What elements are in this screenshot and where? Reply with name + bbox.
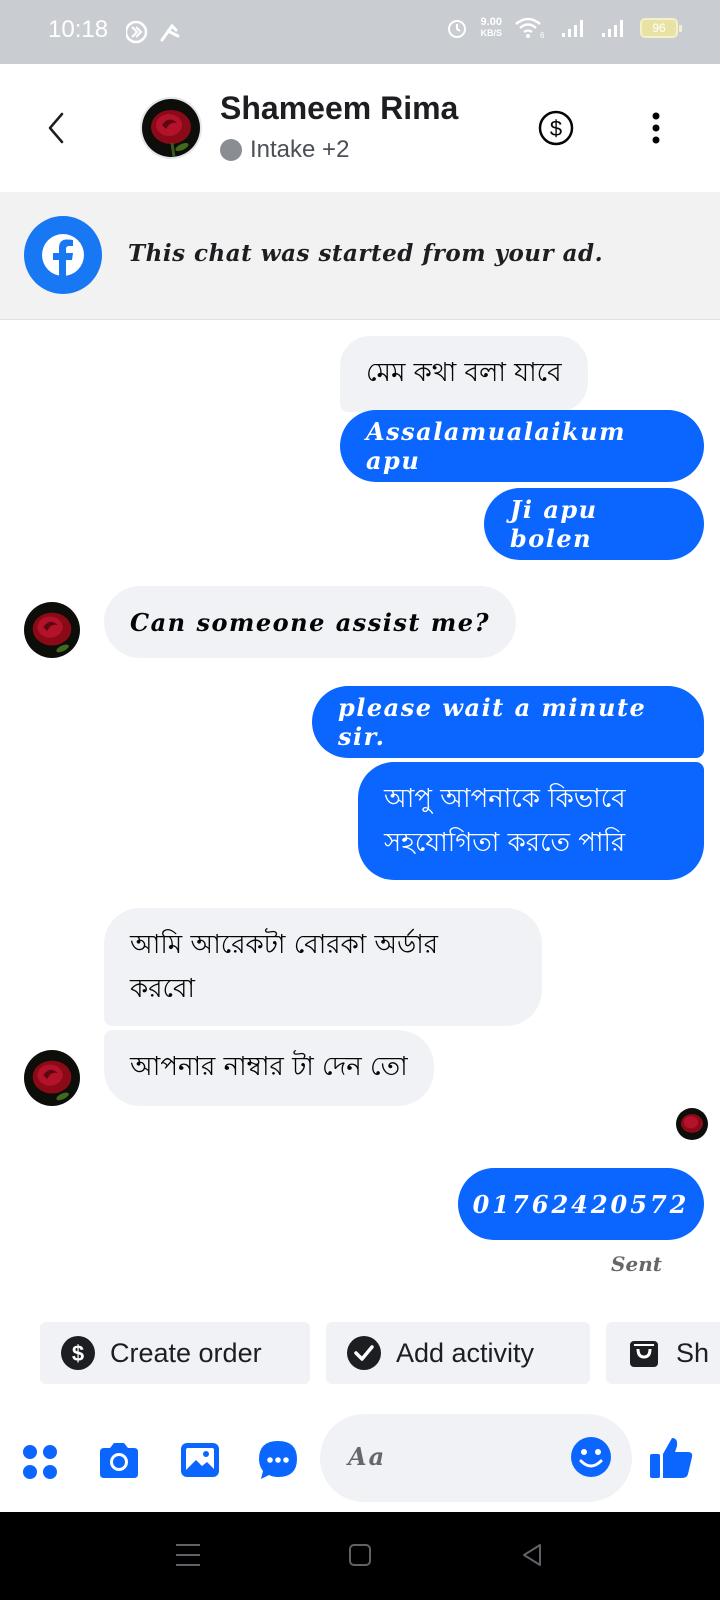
recent-apps-icon[interactable] (176, 1542, 200, 1568)
back-nav-icon[interactable] (520, 1542, 544, 1568)
contact-avatar-small[interactable] (24, 1050, 80, 1106)
notification-icons (124, 20, 180, 44)
contact-avatar[interactable] (140, 97, 202, 159)
message-outgoing[interactable]: Assalamualaikum apu (340, 410, 704, 482)
svg-text:6: 6 (540, 31, 545, 40)
message-outgoing[interactable]: আপু আপনাকে কিভাবে সহযোগিতা করতে পারি (358, 762, 704, 880)
rose-avatar-image (24, 1050, 80, 1106)
android-nav-bar (0, 1512, 720, 1600)
shopping-bag-icon (630, 1341, 658, 1367)
more-options-icon[interactable] (648, 110, 664, 146)
facebook-logo-icon (24, 216, 102, 294)
net-speed: 9.00 KB/S (480, 17, 502, 39)
ad-banner-text: This chat was started from your ad. (128, 240, 604, 267)
dollar-circle-icon[interactable]: $ (536, 108, 576, 148)
stage-dot-icon (220, 139, 242, 161)
battery-indicator: 96 (640, 18, 682, 38)
svg-text:$: $ (72, 1341, 84, 1366)
message-outgoing[interactable]: please wait a minute sir. (312, 686, 704, 758)
scrolled-message-fragment (380, 305, 500, 317)
status-left-icons (124, 18, 186, 50)
home-icon[interactable] (348, 1542, 372, 1568)
rose-avatar-image (142, 99, 200, 157)
apps-grid-icon[interactable] (20, 1442, 60, 1482)
message-line: আমি আরেকটা বোরকা অর্ডার (130, 930, 439, 960)
camera-icon[interactable] (96, 1438, 142, 1484)
shop-label: Sh (676, 1337, 710, 1368)
status-time: 10:18 (48, 16, 109, 43)
rose-avatar-image (676, 1108, 708, 1140)
create-order-label: Create order (110, 1337, 262, 1368)
net-speed-value: 9.00 (480, 16, 502, 28)
svg-text:$: $ (550, 116, 562, 141)
status-bar: 10:18 9.00 KB/S 6 96 (0, 0, 720, 64)
message-incoming[interactable]: Can someone assist me? (104, 586, 517, 658)
stage-label: Intake +2 (250, 136, 350, 163)
gallery-icon[interactable] (178, 1438, 222, 1482)
facebook-f-glyph (42, 234, 84, 276)
message-composer: Aa (0, 1406, 720, 1512)
message-outgoing[interactable]: Ji apu bolen (484, 488, 704, 560)
shop-button[interactable]: Sh (606, 1322, 720, 1384)
message-outgoing-phone[interactable]: 01762420572 (458, 1168, 704, 1240)
read-receipt-avatar (676, 1108, 708, 1140)
message-incoming[interactable]: মেম কথা বলা যাবে (340, 336, 588, 412)
thumbs-up-icon[interactable] (648, 1434, 694, 1480)
check-circle-icon (347, 1336, 381, 1370)
chat-bubble-icon[interactable] (256, 1438, 300, 1482)
message-line: করবো (130, 974, 195, 1004)
rose-avatar-image (24, 602, 80, 658)
quick-actions-bar: $ Create order Add activity Sh (40, 1322, 720, 1384)
back-arrow-icon[interactable] (42, 110, 70, 146)
add-activity-button[interactable]: Add activity (326, 1322, 590, 1384)
contact-stage[interactable]: Intake +2 (220, 136, 349, 164)
message-input[interactable]: Aa (320, 1414, 632, 1502)
sent-status: Sent (611, 1252, 662, 1276)
message-incoming[interactable]: আমি আরেকটা বোরকা অর্ডার করবো (104, 908, 542, 1026)
message-line: সহযোগিতা করতে পারি (384, 828, 626, 858)
wifi-icon: 6 (515, 17, 545, 40)
create-order-button[interactable]: $ Create order (40, 1322, 310, 1384)
signal-icon-2 (602, 20, 623, 37)
message-input-placeholder: Aa (348, 1442, 387, 1471)
contact-avatar-small[interactable] (24, 602, 80, 658)
status-right-icons: 9.00 KB/S 6 96 (446, 16, 682, 40)
alarm-icon (448, 20, 467, 38)
message-incoming[interactable]: আপনার নাম্বার টা দেন তো (104, 1030, 434, 1106)
contact-name[interactable]: Shameem Rima (220, 90, 458, 127)
dollar-circle-icon: $ (61, 1336, 95, 1370)
emoji-icon[interactable] (570, 1436, 612, 1478)
add-activity-label: Add activity (396, 1337, 535, 1368)
ad-origin-banner: This chat was started from your ad. (0, 192, 720, 320)
net-speed-unit: KB/S (480, 28, 502, 38)
signal-icon-1 (562, 20, 583, 37)
message-line: আপু আপনাকে কিভাবে (384, 784, 626, 814)
chat-header: Shameem Rima Intake +2 $ (0, 64, 720, 192)
